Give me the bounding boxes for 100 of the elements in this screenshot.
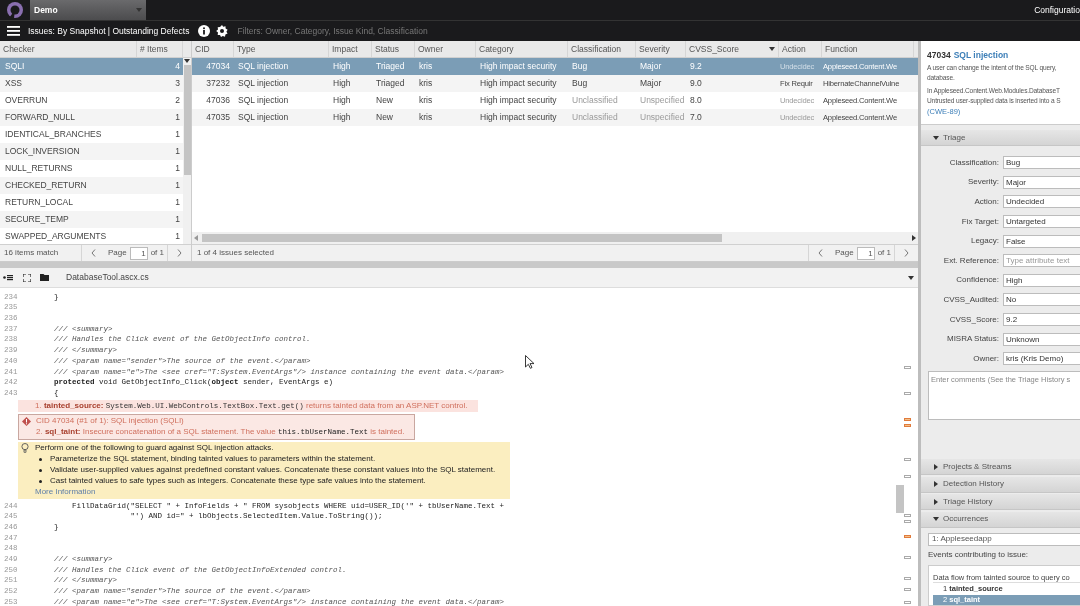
table-cell: kris — [419, 78, 433, 89]
column-header[interactable]: Type — [234, 41, 329, 57]
section-header[interactable]: Triage — [921, 130, 1080, 146]
triage-field[interactable]: False — [1003, 234, 1080, 248]
table-cell: Major — [640, 61, 662, 72]
checker-name: CHECKED_RETURN — [4, 179, 88, 192]
table-cell: Unspecified — [640, 95, 685, 106]
item-count: 1 — [174, 128, 181, 141]
triage-field[interactable]: Type attribute text — [1003, 254, 1080, 268]
column-header[interactable]: CID — [192, 41, 234, 57]
bullet-icon — [39, 457, 42, 461]
issue-type-link[interactable]: SQL injection — [953, 48, 1009, 62]
column-header[interactable]: Owner — [415, 41, 476, 57]
collapsed-icon — [933, 498, 939, 505]
info-icon[interactable] — [198, 25, 211, 37]
field-label: Legacy: — [969, 235, 1000, 248]
table-cell: SQL injection — [238, 95, 289, 106]
page-field[interactable]: 1 — [129, 246, 148, 260]
menu-icon[interactable] — [7, 26, 20, 36]
table-cell: 47034 — [206, 61, 230, 72]
triage-field[interactable]: kris (Kris Demo) — [1003, 352, 1080, 366]
ruler-marker[interactable] — [904, 458, 911, 461]
table-cell: SQL injection — [238, 61, 289, 72]
checker-name: LOCK_INVERSION — [4, 145, 81, 158]
folder-icon[interactable] — [40, 274, 49, 281]
table-cell: High — [333, 112, 351, 123]
column-header[interactable]: Action — [779, 41, 822, 57]
ruler-marker[interactable] — [904, 424, 911, 427]
ruler-marker[interactable] — [904, 392, 911, 395]
table-cell: High impact security — [480, 61, 557, 72]
page-field[interactable]: 1 — [856, 246, 875, 260]
checker-name: SECURE_TEMP — [4, 213, 70, 226]
section-header[interactable]: Detection History — [921, 476, 1080, 493]
ruler-marker[interactable] — [904, 475, 911, 478]
column-header[interactable]: Checker — [0, 41, 137, 57]
checker-row[interactable]: CHECKED_RETURN 1 — [0, 177, 183, 194]
collapsed-icon — [933, 463, 939, 470]
field-label: MISRA Status: — [945, 333, 1000, 346]
ruler-marker[interactable] — [904, 418, 911, 421]
ruler-marker[interactable] — [904, 601, 911, 604]
scrollbar-thumb[interactable] — [896, 485, 904, 513]
ruler-marker[interactable] — [904, 514, 911, 517]
section-header[interactable]: Triage History — [921, 494, 1080, 511]
field-label: Fix Target: — [960, 215, 1000, 228]
scroll-left-icon[interactable] — [194, 235, 198, 241]
triage-field[interactable]: Bug — [1003, 156, 1080, 170]
table-cell: New — [376, 95, 393, 106]
table-cell: Bug — [572, 61, 588, 72]
defect-icon — [22, 416, 31, 426]
expand-icon[interactable] — [23, 273, 31, 282]
configuration-link[interactable]: Configuratio — [1034, 3, 1080, 17]
field-label: Classification: — [948, 156, 1000, 169]
ruler-marker[interactable] — [904, 520, 911, 523]
triage-field[interactable]: Unknown — [1003, 332, 1080, 346]
column-header[interactable]: Category — [476, 41, 568, 57]
table-cell: 47036 — [206, 95, 230, 106]
ruler-marker[interactable] — [904, 556, 911, 559]
column-header[interactable]: CVSS_Score — [686, 41, 779, 57]
column-header[interactable]: Impact — [329, 41, 372, 57]
occurrence-select[interactable]: 1: Appleseedapp — [928, 532, 1080, 546]
triage-field[interactable]: Untargeted — [1003, 215, 1080, 229]
checker-name: FORWARD_NULL — [4, 111, 76, 124]
triage-field[interactable]: High — [1003, 273, 1080, 287]
ruler-marker[interactable] — [904, 535, 911, 538]
checker-name: RETURN_LOCAL — [4, 196, 75, 209]
table-cell: 8.0 — [690, 95, 702, 106]
checker-row[interactable]: LOCK_INVERSION 1 — [0, 143, 183, 160]
item-count: 1 — [174, 179, 181, 192]
scroll-right-icon[interactable] — [912, 235, 916, 241]
outline-icon[interactable] — [3, 274, 13, 281]
column-header[interactable]: Severity — [636, 41, 686, 57]
triage-field[interactable]: No — [1003, 293, 1080, 307]
column-header[interactable]: # Items — [137, 41, 183, 57]
checker-name: NULL_RETURNS — [4, 162, 74, 175]
section-header[interactable]: Projects & Streams — [921, 459, 1080, 476]
ruler-marker[interactable] — [904, 366, 911, 369]
table-cell: 47035 — [206, 112, 230, 123]
ruler-marker[interactable] — [904, 577, 911, 580]
triage-field[interactable]: Major — [1003, 175, 1080, 189]
horizontal-scrollbar[interactable] — [192, 232, 918, 244]
more-information-link[interactable]: More Information — [35, 486, 96, 499]
table-cell: 9.0 — [690, 78, 702, 89]
checker-row[interactable]: XSS 3 — [0, 75, 183, 92]
page-count: of 1 — [149, 247, 165, 259]
page-label: Page — [106, 247, 128, 259]
ruler-marker[interactable] — [904, 588, 911, 591]
checker-row[interactable]: SECURE_TEMP 1 — [0, 211, 183, 228]
project-dropdown[interactable]: Demo — [30, 0, 146, 20]
column-header[interactable]: Classification — [568, 41, 636, 57]
scrollbar[interactable] — [183, 58, 191, 244]
table-cell: High — [333, 95, 351, 106]
column-header[interactable]: Status — [372, 41, 415, 57]
logo-icon[interactable] — [6, 1, 24, 19]
checker-row[interactable]: FORWARD_NULL 1 — [0, 109, 183, 126]
triage-field[interactable]: Undecided — [1003, 195, 1080, 209]
column-header[interactable]: Function — [822, 41, 914, 57]
section-header[interactable]: Occurrences — [921, 511, 1080, 528]
triage-field[interactable]: 9.2 — [1003, 313, 1080, 327]
filters-text[interactable]: Filters: Owner, Category, Issue Kind, Classification — [237, 24, 428, 38]
settings-icon[interactable] — [216, 25, 229, 37]
